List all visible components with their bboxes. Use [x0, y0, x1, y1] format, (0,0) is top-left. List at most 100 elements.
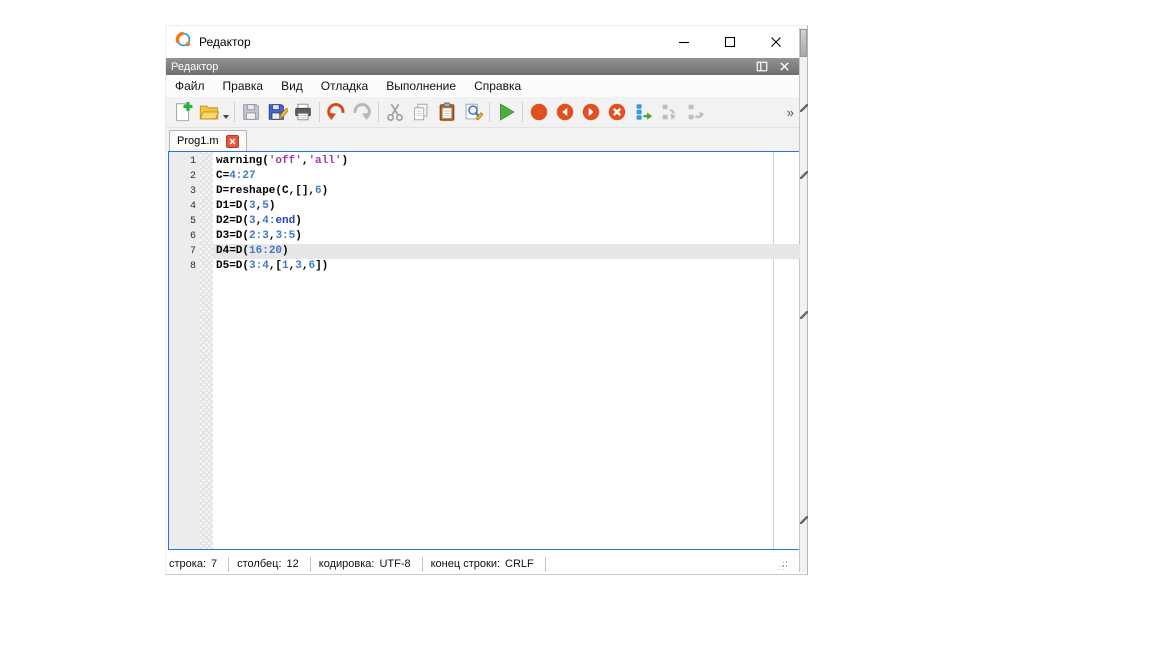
dock-title: Редактор	[171, 61, 218, 73]
run-file-button[interactable]	[493, 99, 519, 125]
new-file-button[interactable]	[170, 99, 196, 125]
dock-titlebar[interactable]: Редактор	[166, 58, 799, 75]
find-replace-button[interactable]	[460, 99, 486, 125]
dock-close-icon[interactable]	[777, 60, 791, 73]
remove-breakpoints-button[interactable]	[604, 99, 630, 125]
print-button[interactable]	[290, 99, 316, 125]
maximize-button[interactable]	[707, 26, 753, 58]
step-in-button[interactable]	[656, 99, 682, 125]
editor-window: Редактор Редактор	[165, 25, 808, 575]
code-token-plain: )	[282, 245, 289, 257]
status-value: 7	[211, 558, 217, 570]
minimize-button[interactable]	[661, 26, 707, 58]
tab-prog1m[interactable]: Prog1.m	[169, 130, 247, 151]
line-number[interactable]: 8	[169, 259, 196, 274]
scroll-thumb[interactable]	[800, 29, 807, 57]
menu-item-3[interactable]: Отладка	[312, 76, 377, 96]
undock-icon[interactable]	[755, 60, 769, 73]
status-bar: строка:7столбец:12кодировка:UTF-8конец с…	[169, 554, 799, 574]
copy-button[interactable]	[408, 99, 434, 125]
line-number[interactable]: 2	[169, 169, 196, 184]
line-number-gutter[interactable]: 12345678	[169, 152, 200, 549]
step-button[interactable]	[630, 99, 656, 125]
code-token-number: 3	[295, 260, 302, 272]
save-file-as-button[interactable]	[264, 99, 290, 125]
breakpoint-margin[interactable]	[200, 152, 213, 549]
toolbar-overflow-chevron[interactable]: »	[787, 105, 794, 120]
code-area[interactable]: warning('off','all')C=4:27D=reshape(C,[]…	[213, 152, 800, 549]
code-token-plain: D4=D(	[216, 245, 249, 257]
toolbar: »	[166, 97, 799, 128]
open-file-button[interactable]	[196, 99, 222, 125]
menu-item-5[interactable]: Справка	[465, 76, 530, 96]
window-titlebar[interactable]: Редактор	[166, 26, 799, 58]
redo-button[interactable]	[349, 99, 375, 125]
toolbar-separator	[489, 102, 490, 122]
code-line-1[interactable]: warning('off','all')	[213, 154, 800, 169]
edge-mark	[800, 311, 808, 319]
open-file-dropdown-caret-icon[interactable]	[223, 115, 229, 119]
toolbar-separator	[319, 102, 320, 122]
code-token-plain: D5=D(	[216, 260, 249, 272]
octave-logo-icon	[175, 31, 192, 53]
code-token-number: 5	[262, 200, 269, 212]
menu-item-1[interactable]: Правка	[214, 76, 273, 96]
step-icon	[632, 101, 654, 123]
code-line-5[interactable]: D2=D(3,4:end)	[213, 214, 800, 229]
resize-grip[interactable]	[776, 559, 787, 570]
redo-icon	[351, 101, 373, 123]
code-line-6[interactable]: D3=D(2:3,3:5)	[213, 229, 800, 244]
menu-item-4[interactable]: Выполнение	[377, 76, 465, 96]
print-icon	[292, 101, 314, 123]
code-token-plain: warning(	[216, 155, 269, 167]
status-field-2: кодировка:UTF-8	[319, 557, 431, 572]
previous-breakpoint-icon	[554, 101, 576, 123]
status-label: столбец:	[237, 558, 281, 570]
menu-item-2[interactable]: Вид	[272, 76, 312, 96]
run-file-icon	[495, 101, 517, 123]
menu-item-0[interactable]: Файл	[166, 76, 214, 96]
line-number[interactable]: 3	[169, 184, 196, 199]
next-breakpoint-button[interactable]	[578, 99, 604, 125]
code-token-string: 'all'	[308, 155, 341, 167]
window-title: Редактор	[199, 35, 251, 49]
paste-button[interactable]	[434, 99, 460, 125]
status-label: строка:	[169, 558, 206, 570]
save-file-button[interactable]	[238, 99, 264, 125]
line-number[interactable]: 6	[169, 229, 196, 244]
line-number[interactable]: 7	[169, 244, 196, 259]
code-line-7[interactable]: D4=D(16:20)	[213, 244, 800, 259]
code-token-number: 16:20	[249, 245, 282, 257]
code-token-plain: )	[269, 200, 276, 212]
code-line-8[interactable]: D5=D(3:4,[1,3,6])	[213, 259, 800, 274]
right-scroll-strip[interactable]	[799, 28, 807, 572]
toolbar-separator	[234, 102, 235, 122]
code-token-plain: ])	[315, 260, 328, 272]
code-line-2[interactable]: C=4:27	[213, 169, 800, 184]
undo-button[interactable]	[323, 99, 349, 125]
line-number[interactable]: 5	[169, 214, 196, 229]
status-separator	[310, 557, 311, 572]
code-token-number: 3	[249, 215, 256, 227]
step-in-icon	[658, 101, 680, 123]
code-token-plain: )	[322, 185, 329, 197]
tab-bar: Prog1.m	[166, 128, 799, 151]
toggle-breakpoint-button[interactable]	[526, 99, 552, 125]
code-line-3[interactable]: D=reshape(C,[],6)	[213, 184, 800, 199]
tab-close-icon[interactable]	[226, 135, 239, 148]
next-breakpoint-icon	[580, 101, 602, 123]
code-line-4[interactable]: D1=D(3,5)	[213, 199, 800, 214]
code-token-plain: D=reshape(C,[],	[216, 185, 315, 197]
step-out-button[interactable]	[682, 99, 708, 125]
close-button[interactable]	[753, 26, 799, 58]
code-token-string: 'off'	[269, 155, 302, 167]
line-number[interactable]: 1	[169, 154, 196, 169]
previous-breakpoint-button[interactable]	[552, 99, 578, 125]
paste-icon	[436, 101, 458, 123]
cut-button[interactable]	[382, 99, 408, 125]
line-number[interactable]: 4	[169, 199, 196, 214]
code-token-number: 3	[249, 200, 256, 212]
cut-icon	[384, 101, 406, 123]
code-token-number: 2:3	[249, 230, 269, 242]
undo-icon	[325, 101, 347, 123]
